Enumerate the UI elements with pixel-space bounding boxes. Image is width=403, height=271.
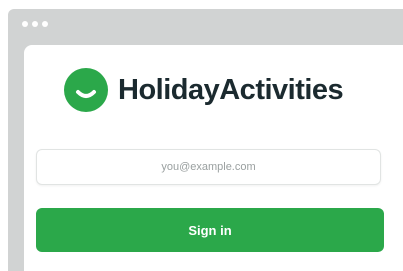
email-input[interactable]	[36, 149, 381, 185]
smiley-face-icon	[64, 68, 108, 112]
brand-logo: HolidayActivities	[64, 67, 344, 113]
window-dot-2	[32, 21, 38, 27]
window-dot-1	[22, 21, 28, 27]
login-page: HolidayActivities Sign in	[24, 45, 403, 271]
brand-name: HolidayActivities	[118, 73, 344, 106]
window-titlebar	[8, 9, 403, 33]
sign-in-button[interactable]: Sign in	[36, 208, 384, 252]
browser-window: HolidayActivities Sign in	[8, 9, 403, 271]
window-dot-3	[42, 21, 48, 27]
